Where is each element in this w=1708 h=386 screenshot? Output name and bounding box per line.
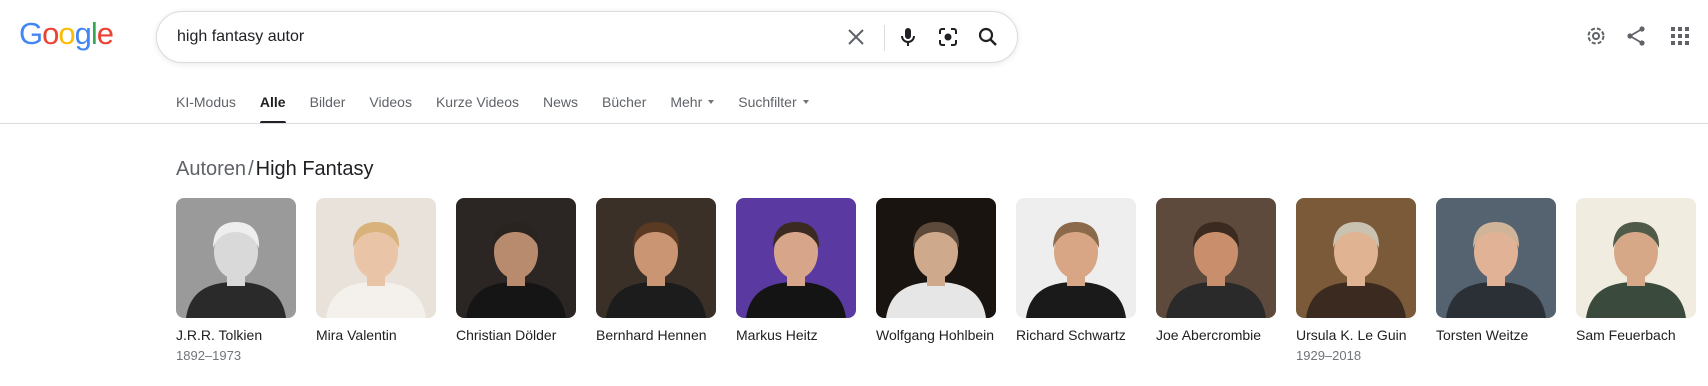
tab-news[interactable]: News (543, 92, 578, 124)
tab-kurze-videos[interactable]: Kurze Videos (436, 92, 519, 124)
caret-down-icon (802, 100, 809, 105)
tab-label: News (542, 94, 578, 110)
search-tabs: KI-Modus Alle Bilder Videos Kurze Videos News… (176, 92, 833, 124)
author-photo[interactable] (1156, 198, 1276, 318)
search-box[interactable]: high fantasy autor (156, 11, 1018, 63)
author-name[interactable]: J.R.R. Tolkien (176, 327, 296, 344)
close-icon[interactable] (844, 25, 868, 49)
section-breadcrumb: Autoren / High Fantasy (176, 156, 373, 182)
tab-suchfilter[interactable]: Suchfilter (738, 92, 809, 124)
author-photo[interactable] (1016, 198, 1136, 318)
author-card[interactable]: Markus Heitz (736, 198, 856, 364)
author-photo[interactable] (596, 198, 716, 318)
microphone-icon[interactable] (896, 25, 920, 49)
author-name[interactable]: Ursula K. Le Guin (1296, 327, 1416, 344)
author-photo[interactable] (1436, 198, 1556, 318)
author-photo[interactable] (316, 198, 436, 318)
lens-icon[interactable] (936, 25, 960, 49)
author-card[interactable]: Richard Schwartz (1016, 198, 1136, 364)
breadcrumb-parent[interactable]: Autoren (176, 158, 246, 180)
author-years: 1892–1973 (176, 348, 242, 363)
search-icon[interactable] (976, 25, 1000, 49)
authors-carousel: J.R.R. Tolkien 1892–1973 Mira Valentin Chri… (176, 198, 1708, 364)
tab-label: Bilder (309, 94, 346, 110)
tab-label: Videos (369, 94, 412, 110)
settings-icon[interactable] (1584, 24, 1608, 48)
share-icon[interactable] (1624, 24, 1648, 48)
author-name[interactable]: Christian Dölder (456, 327, 576, 344)
author-photo[interactable] (1576, 198, 1696, 318)
author-card[interactable]: Mira Valentin (316, 198, 436, 364)
author-name[interactable]: Joe Abercrombie (1156, 327, 1276, 344)
author-name[interactable]: Richard Schwartz (1016, 327, 1136, 344)
author-photo[interactable] (876, 198, 996, 318)
search-input[interactable]: high fantasy autor (177, 12, 304, 62)
breadcrumb-separator: / (248, 158, 254, 180)
tabs-divider (0, 123, 1708, 124)
author-name[interactable]: Mira Valentin (316, 327, 436, 344)
author-card[interactable]: Joe Abercrombie (1156, 198, 1276, 364)
tab-label: KI-Modus (176, 94, 236, 110)
author-photo[interactable] (176, 198, 296, 318)
logo-letter: o (58, 16, 75, 51)
author-name[interactable]: Torsten Weitze (1436, 327, 1556, 344)
author-years: 1929–2018 (1296, 348, 1362, 363)
tab-label: Suchfilter (738, 94, 797, 110)
author-card[interactable]: Wolfgang Hohlbein (876, 198, 996, 364)
author-photo[interactable] (456, 198, 576, 318)
tab-label: Mehr (670, 94, 703, 110)
author-card[interactable]: Christian Dölder (456, 198, 576, 364)
tab-mehr[interactable]: Mehr (670, 92, 715, 124)
breadcrumb-current: High Fantasy (255, 158, 374, 180)
author-card[interactable]: J.R.R. Tolkien 1892–1973 (176, 198, 296, 364)
caret-down-icon (708, 100, 715, 105)
logo-letter: o (42, 16, 59, 51)
tab-bilder[interactable]: Bilder (310, 92, 346, 124)
author-photo[interactable] (1296, 198, 1416, 318)
author-name[interactable]: Bernhard Hennen (596, 327, 716, 344)
logo-letter: e (96, 16, 114, 51)
logo-letter: G (19, 16, 43, 51)
author-card[interactable]: Ursula K. Le Guin 1929–2018 (1296, 198, 1416, 364)
tab-alle[interactable]: Alle (259, 92, 286, 124)
apps-icon[interactable] (1668, 24, 1692, 48)
search-divider (884, 25, 885, 51)
author-photo[interactable] (736, 198, 856, 318)
google-logo[interactable]: Google (19, 16, 114, 51)
author-name[interactable]: Wolfgang Hohlbein (876, 327, 996, 344)
author-card[interactable]: Sam Feuerbach (1576, 198, 1696, 364)
logo-letter: g (74, 16, 92, 51)
tab-label: Alle (259, 94, 286, 110)
tab-label: Kurze Videos (435, 94, 519, 110)
tab-ki-modus[interactable]: KI-Modus (176, 92, 236, 124)
tab-videos[interactable]: Videos (369, 92, 412, 124)
author-card[interactable]: Bernhard Hennen (596, 198, 716, 364)
author-card[interactable]: Torsten Weitze (1436, 198, 1556, 364)
author-name[interactable]: Markus Heitz (736, 327, 856, 344)
tab-label: Bücher (602, 94, 647, 110)
tab-bücher[interactable]: Bücher (602, 92, 646, 124)
author-name[interactable]: Sam Feuerbach (1576, 327, 1696, 344)
